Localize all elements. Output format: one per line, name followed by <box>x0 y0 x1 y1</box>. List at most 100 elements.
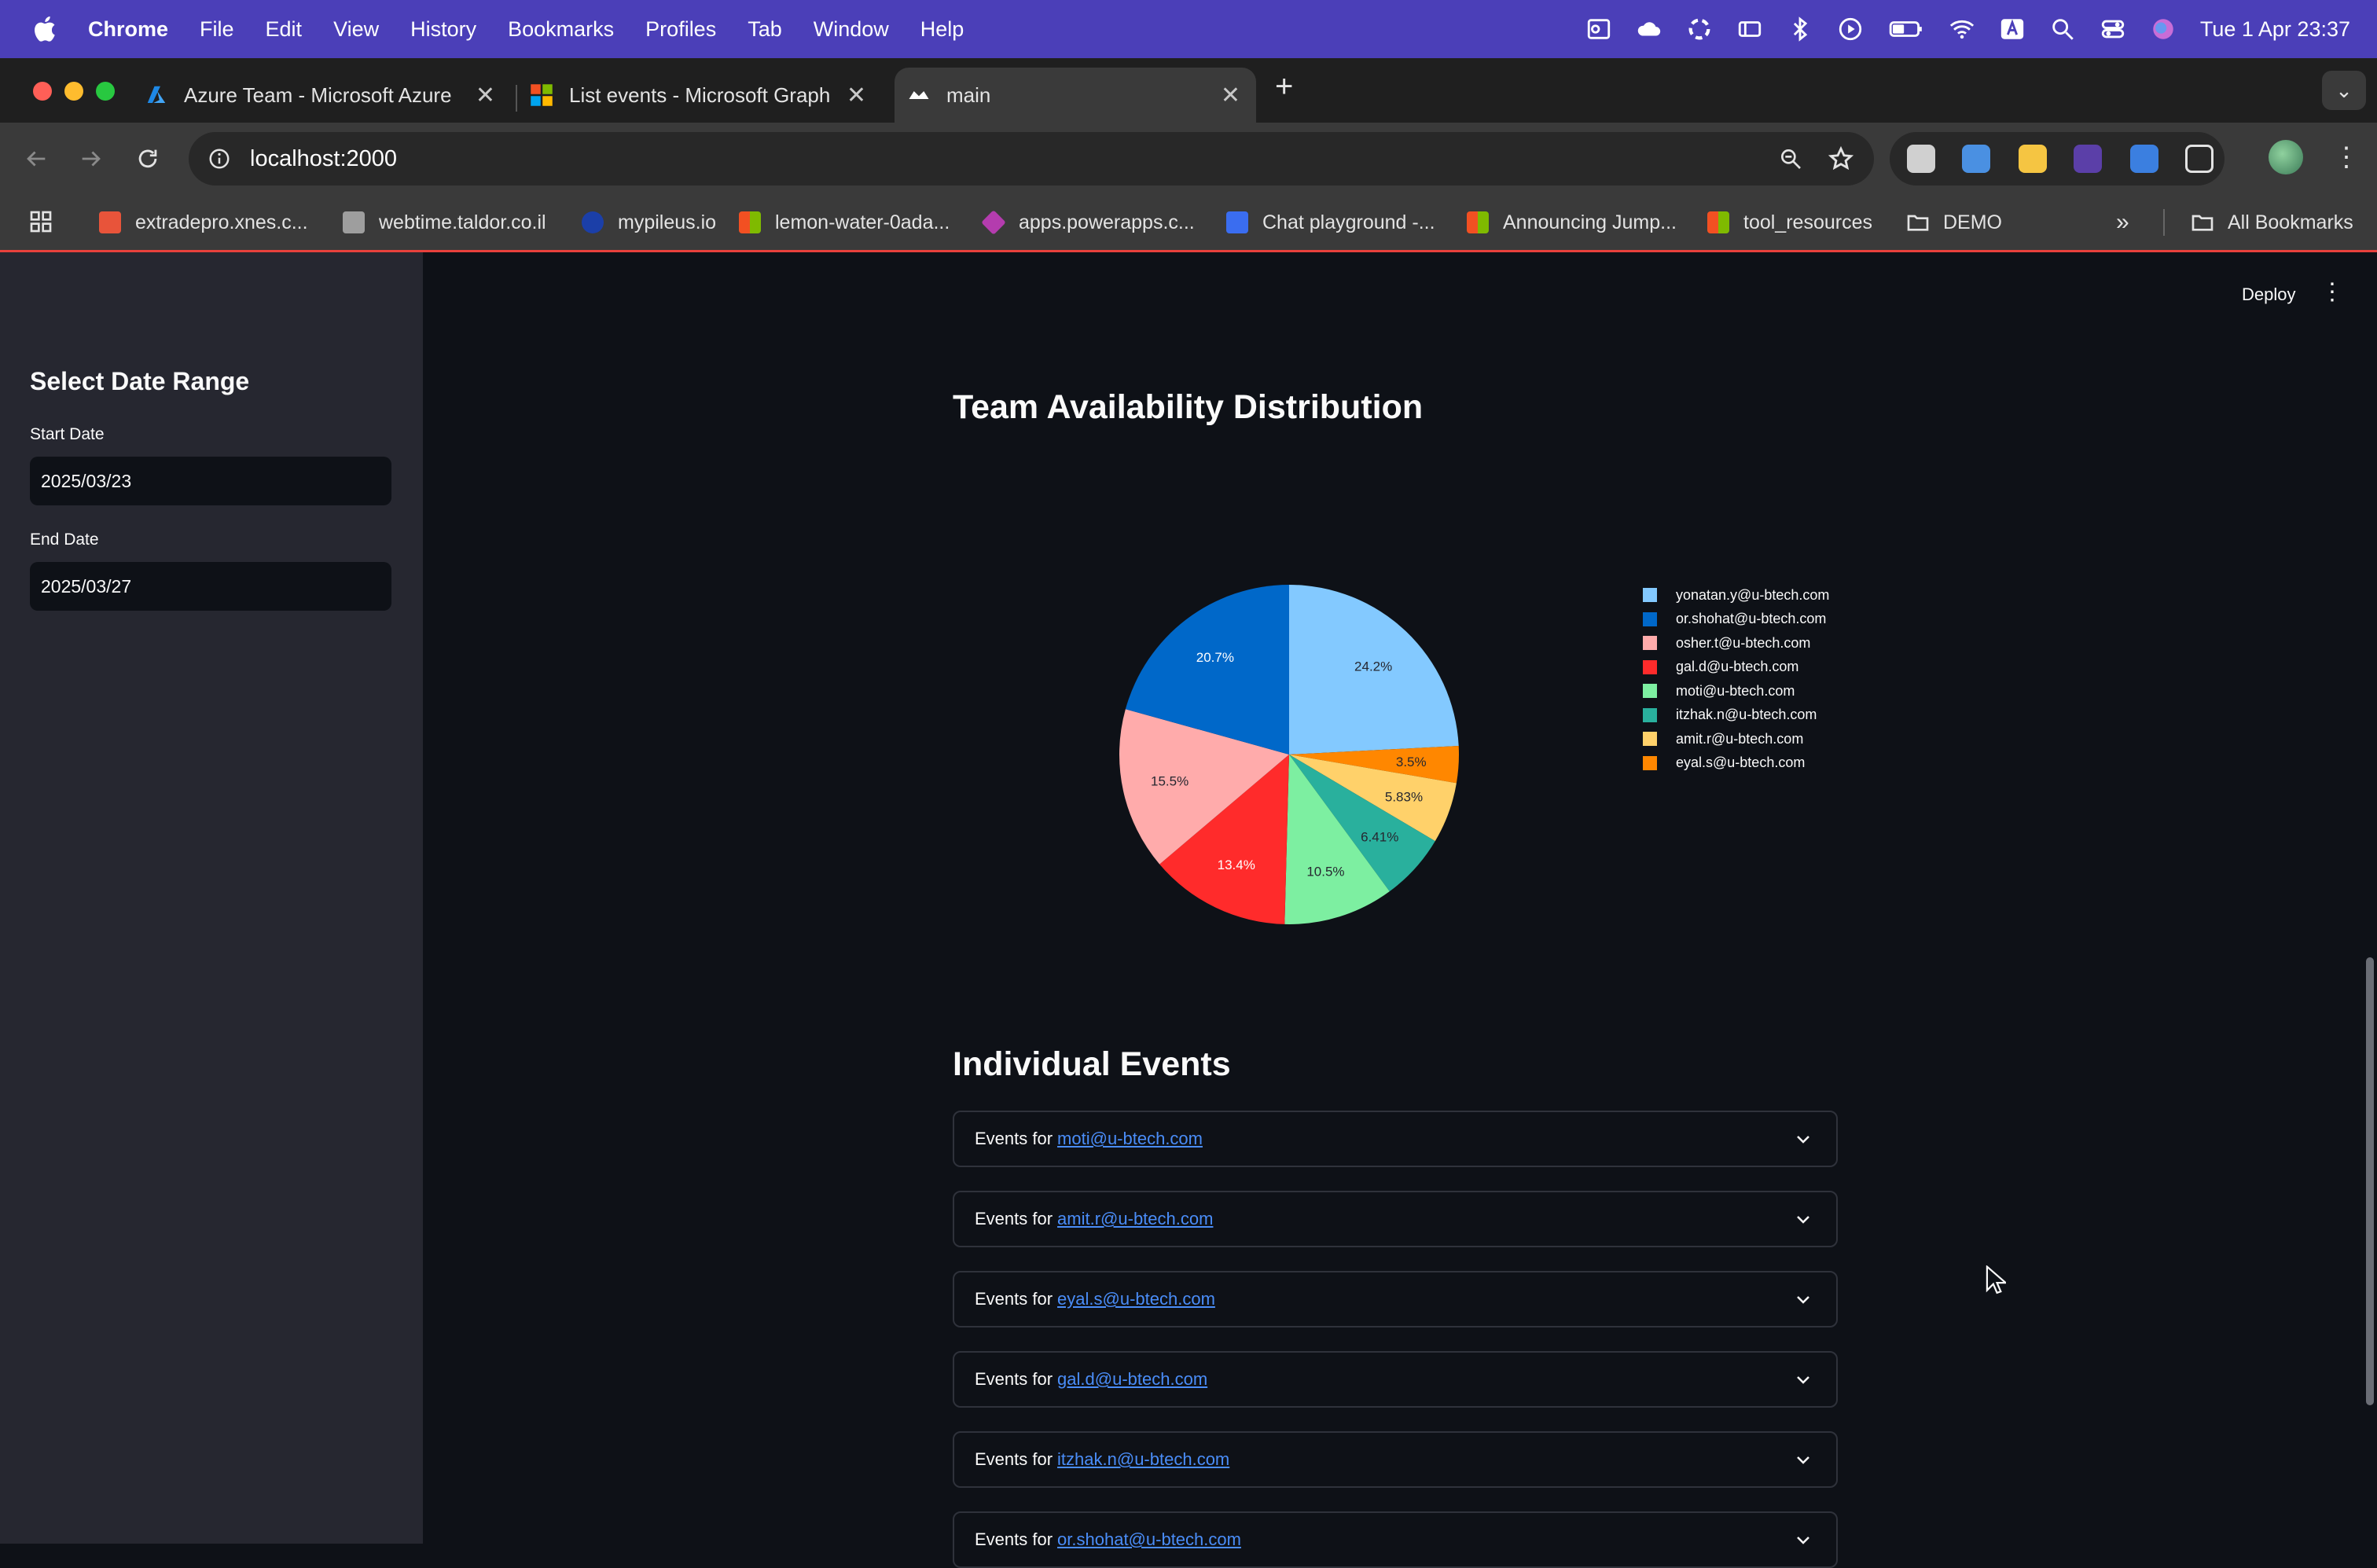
bookmark-item[interactable]: Chat playground -... <box>1226 207 1435 237</box>
menubar-clock[interactable]: Tue 1 Apr 23:37 <box>2200 17 2350 42</box>
menu-file[interactable]: File <box>200 17 234 42</box>
chevron-down-icon[interactable] <box>1794 1450 1813 1469</box>
legend-swatch <box>1643 636 1657 651</box>
window-zoom-button[interactable] <box>96 82 115 101</box>
window-minimize-button[interactable] <box>64 82 83 101</box>
chevron-down-icon[interactable] <box>1794 1210 1813 1228</box>
events-expander[interactable]: Events for gal.d@u-btech.com <box>953 1351 1838 1408</box>
window-close-button[interactable] <box>33 82 52 101</box>
bookmark-item[interactable]: tool_resources <box>1707 207 1872 237</box>
url-text[interactable]: localhost:2000 <box>250 146 397 172</box>
menu-window[interactable]: Window <box>814 17 889 42</box>
apps-grid-icon[interactable] <box>28 209 53 234</box>
new-tab-button[interactable]: + <box>1275 71 1293 102</box>
extension-purple-icon[interactable] <box>2074 145 2102 173</box>
spotlight-icon[interactable] <box>2049 16 2076 42</box>
onedrive-icon[interactable] <box>1636 16 1662 42</box>
expander-email-link[interactable]: amit.r@u-btech.com <box>1057 1209 1213 1229</box>
tab-search-button[interactable]: ⌄ <box>2322 71 2366 110</box>
battery-icon[interactable] <box>1887 16 1925 42</box>
extension-screenshot-icon[interactable] <box>1962 145 1990 173</box>
menu-tab[interactable]: Tab <box>748 17 782 42</box>
close-tab-icon[interactable]: ✕ <box>847 82 866 109</box>
chevron-down-icon[interactable] <box>1794 1370 1813 1389</box>
chevron-down-icon[interactable] <box>1794 1290 1813 1309</box>
menu-edit[interactable]: Edit <box>266 17 303 42</box>
legend-item[interactable]: amit.r@u-btech.com <box>1643 727 1829 751</box>
extension-printer-icon[interactable] <box>1907 145 1935 173</box>
start-date-input[interactable]: 2025/03/23 <box>30 457 391 505</box>
forward-button[interactable] <box>74 141 108 176</box>
page-scrollbar[interactable] <box>2366 957 2374 1405</box>
extension-puzzle-blue-icon[interactable] <box>2130 145 2158 173</box>
legend-item[interactable]: yonatan.y@u-btech.com <box>1643 583 1829 608</box>
tab-azure-team[interactable]: Azure Team - Microsoft Azure ✕ <box>145 68 506 123</box>
bookmark-item[interactable]: Announcing Jump... <box>1467 207 1677 237</box>
menu-app-chrome[interactable]: Chrome <box>88 17 168 42</box>
site-info-icon[interactable] <box>208 147 231 171</box>
app-menu-icon[interactable]: ⋮ <box>2320 278 2344 306</box>
expander-email-link[interactable]: or.shohat@u-btech.com <box>1057 1529 1241 1550</box>
legend-item[interactable]: eyal.s@u-btech.com <box>1643 751 1829 776</box>
events-expander[interactable]: Events for itzhak.n@u-btech.com <box>953 1431 1838 1488</box>
address-bar[interactable]: localhost:2000 <box>189 132 1874 185</box>
zoom-icon[interactable] <box>1776 145 1805 173</box>
tab-main[interactable]: main ✕ <box>895 68 1256 123</box>
extension-document-icon[interactable] <box>2019 145 2047 173</box>
menu-help[interactable]: Help <box>920 17 964 42</box>
bookmark-item[interactable]: extradepro.xnes.c... <box>99 207 308 237</box>
bookmark-item[interactable]: mypileus.io <box>582 207 716 237</box>
legend-item[interactable]: or.shohat@u-btech.com <box>1643 608 1829 632</box>
reload-button[interactable] <box>130 141 165 176</box>
expander-email-link[interactable]: gal.d@u-btech.com <box>1057 1369 1207 1390</box>
tab-title: Azure Team - Microsoft Azure <box>184 83 451 107</box>
bookmark-favicon-icon <box>343 211 365 233</box>
chevron-down-icon[interactable] <box>1794 1530 1813 1549</box>
menu-bookmarks[interactable]: Bookmarks <box>508 17 614 42</box>
apple-icon[interactable] <box>31 13 61 45</box>
arrow-right-icon <box>82 151 101 167</box>
play-icon[interactable] <box>1837 16 1864 42</box>
menu-history[interactable]: History <box>410 17 476 42</box>
more-bookmarks-button[interactable]: » <box>2116 207 2129 237</box>
bookmark-item[interactable]: webtime.taldor.co.il <box>343 207 546 237</box>
legend-item[interactable]: moti@u-btech.com <box>1643 679 1829 703</box>
deploy-button[interactable]: Deploy <box>2242 285 2295 305</box>
menu-view[interactable]: View <box>333 17 379 42</box>
powerapps-icon <box>981 210 1006 235</box>
events-expander[interactable]: Events for eyal.s@u-btech.com <box>953 1271 1838 1327</box>
legend-item[interactable]: osher.t@u-btech.com <box>1643 631 1829 655</box>
outlook-icon[interactable] <box>1585 16 1612 42</box>
reload-icon <box>138 149 157 168</box>
expander-email-link[interactable]: eyal.s@u-btech.com <box>1057 1289 1215 1309</box>
expander-email-link[interactable]: moti@u-btech.com <box>1057 1129 1203 1149</box>
events-expander[interactable]: Events for moti@u-btech.com <box>953 1111 1838 1167</box>
events-expander[interactable]: Events for amit.r@u-btech.com <box>953 1191 1838 1247</box>
bookmark-folder[interactable]: DEMO <box>1905 207 2002 237</box>
control-center-icon[interactable] <box>2100 16 2126 42</box>
bookmark-star-icon[interactable] <box>1827 145 1855 173</box>
bookmark-item[interactable]: apps.powerapps.c... <box>981 207 1195 237</box>
chrome-menu-icon[interactable]: ⋮ <box>2333 140 2360 174</box>
input-source-icon[interactable] <box>1999 16 2026 42</box>
menu-profiles[interactable]: Profiles <box>645 17 716 42</box>
wifi-icon[interactable] <box>1949 16 1975 42</box>
chevron-down-icon[interactable] <box>1794 1129 1813 1148</box>
tab-list-events[interactable]: List events - Microsoft Graph ✕ <box>530 68 877 123</box>
expander-email-link[interactable]: itzhak.n@u-btech.com <box>1057 1449 1229 1470</box>
extensions-puzzle-icon[interactable] <box>2185 145 2214 173</box>
back-button[interactable] <box>19 141 53 176</box>
events-expander[interactable]: Events for or.shohat@u-btech.com <box>953 1511 1838 1568</box>
profile-avatar[interactable] <box>2269 140 2303 174</box>
close-tab-icon[interactable]: ✕ <box>1221 82 1240 109</box>
bookmark-item[interactable]: lemon-water-0ada... <box>739 207 950 237</box>
bluetooth-icon[interactable] <box>1787 16 1813 42</box>
legend-item[interactable]: itzhak.n@u-btech.com <box>1643 703 1829 728</box>
end-date-input[interactable]: 2025/03/27 <box>30 562 391 611</box>
close-tab-icon[interactable]: ✕ <box>476 82 495 109</box>
gpu-icon[interactable] <box>1686 16 1713 42</box>
siri-icon[interactable] <box>2150 16 2177 42</box>
all-bookmarks-button[interactable]: All Bookmarks <box>2190 207 2353 237</box>
sidecar-icon[interactable] <box>1736 16 1763 42</box>
legend-item[interactable]: gal.d@u-btech.com <box>1643 655 1829 680</box>
